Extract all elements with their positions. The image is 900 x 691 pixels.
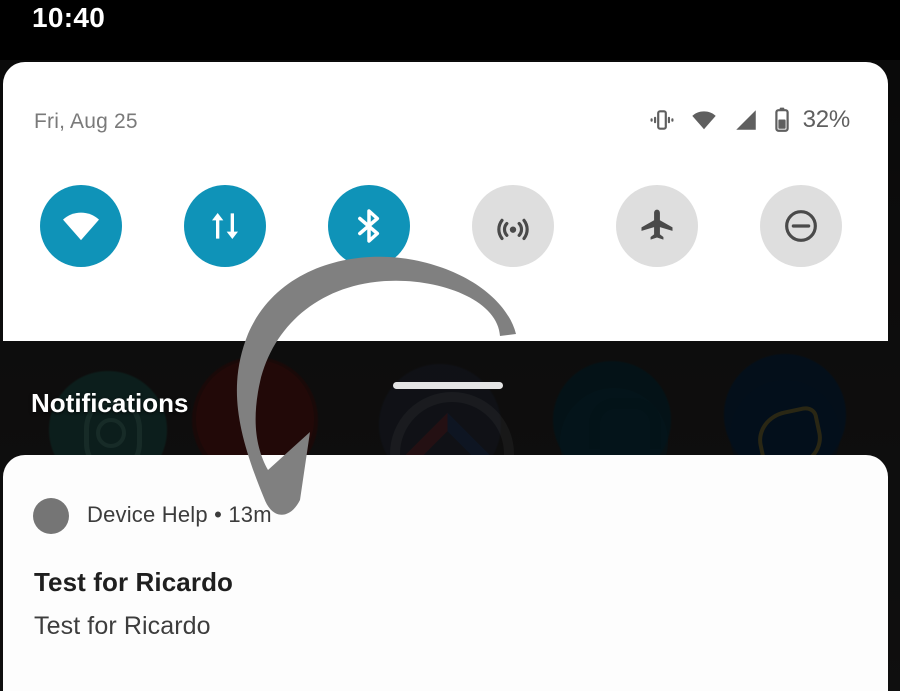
background-app-icon-lock-shackle [589, 398, 661, 449]
status-bar: 10:40 [0, 0, 900, 60]
mobile-data-tile[interactable] [184, 185, 266, 267]
notification-app-avatar [33, 498, 69, 534]
quick-settings-panel[interactable]: Fri, Aug 25 32% [3, 62, 888, 389]
status-bar-clock: 10:40 [32, 2, 106, 33]
bluetooth-icon [349, 204, 389, 248]
quick-settings-status-icons: 32% [649, 106, 850, 134]
bluetooth-tile[interactable] [328, 185, 410, 267]
battery-percentage: 32% [802, 106, 851, 133]
do-not-disturb-icon [781, 206, 821, 246]
hotspot-tile[interactable] [472, 185, 554, 267]
android-notification-shade: 10:40 Fri, Aug 25 32% Notifications Devi… [0, 0, 900, 691]
notification-body: Test for Ricardo [34, 612, 211, 640]
airplane-mode-tile[interactable] [616, 185, 698, 267]
background-app-icon-ring-inner [96, 418, 126, 448]
wifi-status-icon [689, 107, 719, 133]
notification-title: Test for Ricardo [34, 567, 234, 597]
quick-settings-drag-handle[interactable] [393, 382, 503, 389]
wifi-icon [59, 206, 103, 246]
hotspot-icon [493, 206, 533, 246]
notification-item-device-help[interactable]: Device Help • 13m Test for Ricardo Test … [3, 455, 888, 691]
battery-icon [773, 106, 791, 134]
notifications-header: Notifications [31, 388, 189, 418]
do-not-disturb-tile[interactable] [760, 185, 842, 267]
mobile-data-icon [205, 206, 245, 246]
cellular-signal-icon [733, 107, 759, 133]
notification-meta: Device Help • 13m [87, 502, 272, 527]
vibrate-icon [649, 107, 675, 133]
quick-settings-tiles [3, 185, 888, 267]
wifi-tile[interactable] [40, 185, 122, 267]
quick-settings-date: Fri, Aug 25 [34, 110, 138, 133]
airplane-icon [637, 206, 677, 246]
